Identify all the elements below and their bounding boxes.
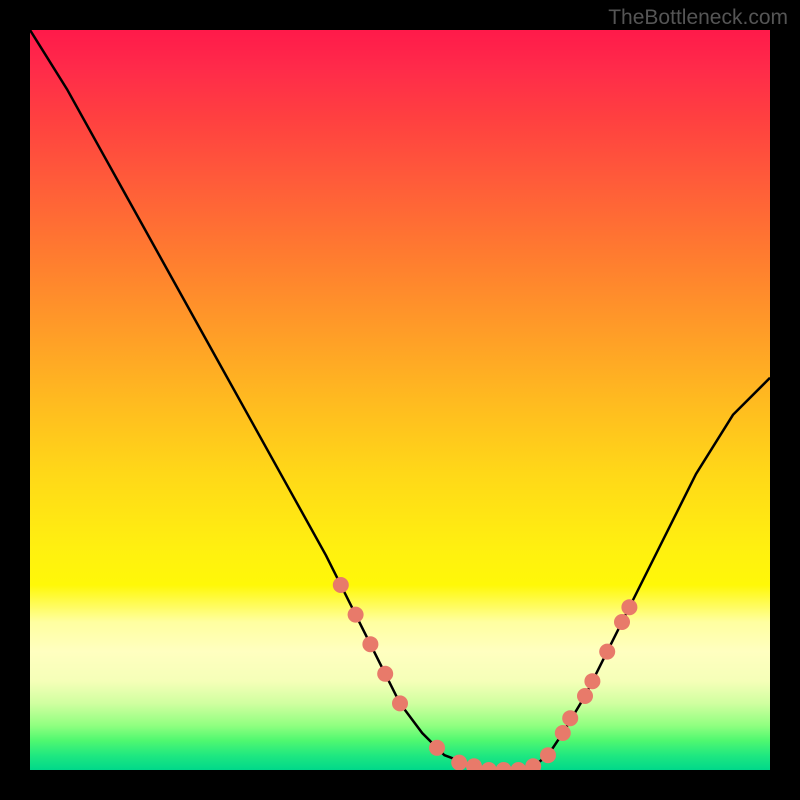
marker-point	[562, 710, 578, 726]
chart-plot-area	[30, 30, 770, 770]
marker-point	[362, 636, 378, 652]
marker-point	[540, 747, 556, 763]
marker-point	[614, 614, 630, 630]
marker-point	[481, 762, 497, 770]
marker-point	[496, 762, 512, 770]
marker-point	[510, 762, 526, 770]
watermark-text: TheBottleneck.com	[608, 6, 788, 30]
marker-point	[584, 673, 600, 689]
marker-point	[333, 577, 349, 593]
marker-point	[429, 740, 445, 756]
chart-svg-layer	[30, 30, 770, 770]
marker-point	[599, 644, 615, 660]
bottleneck-curve	[30, 30, 770, 770]
marker-point	[348, 607, 364, 623]
marker-point	[392, 695, 408, 711]
marker-point	[466, 758, 482, 770]
marker-point	[555, 725, 571, 741]
marker-point	[621, 599, 637, 615]
marker-point	[451, 755, 467, 770]
marker-point	[525, 758, 541, 770]
marker-group	[333, 577, 638, 770]
marker-point	[577, 688, 593, 704]
marker-point	[377, 666, 393, 682]
